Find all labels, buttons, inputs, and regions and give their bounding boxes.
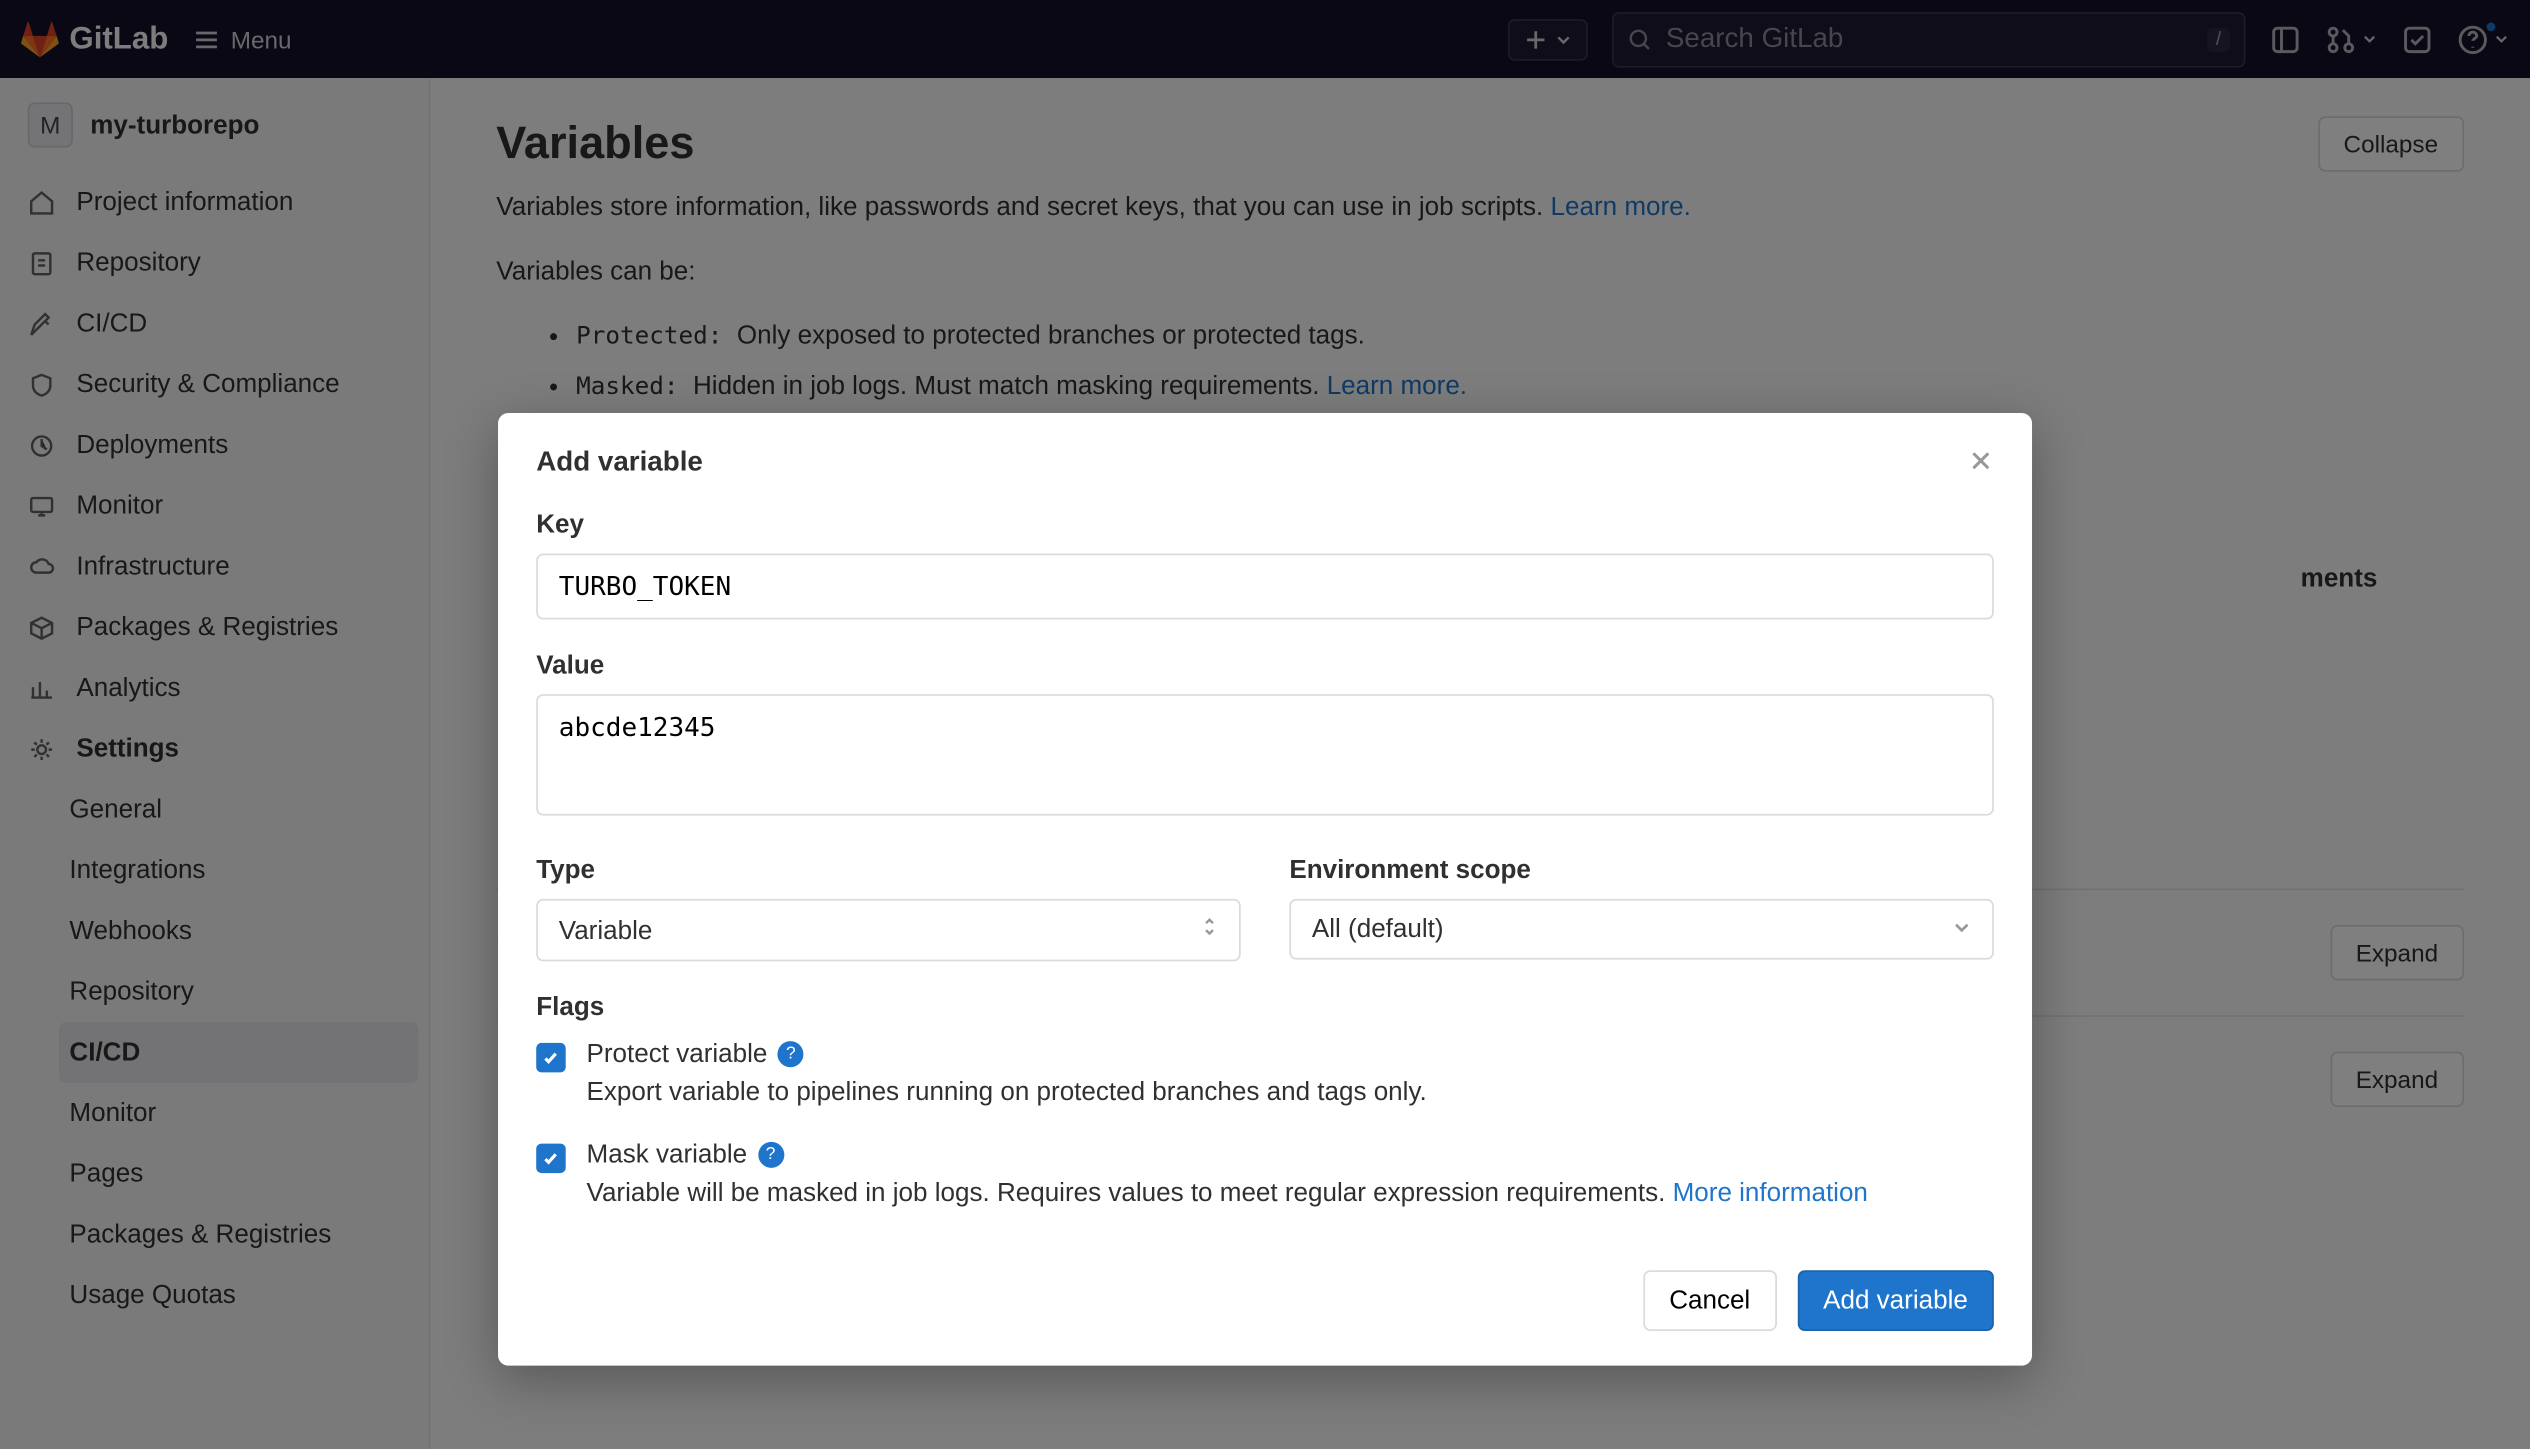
value-input[interactable] bbox=[536, 694, 1994, 815]
key-input[interactable] bbox=[536, 554, 1994, 620]
more-info-link[interactable]: More information bbox=[1673, 1179, 1868, 1209]
help-icon[interactable]: ? bbox=[758, 1142, 784, 1168]
flags-label: Flags bbox=[536, 993, 1994, 1023]
protect-label: Protect variable bbox=[587, 1039, 768, 1069]
scope-label: Environment scope bbox=[1289, 856, 1994, 886]
mask-label: Mask variable bbox=[587, 1141, 748, 1171]
mask-checkbox[interactable] bbox=[536, 1144, 566, 1174]
sort-icon bbox=[1201, 915, 1218, 939]
key-label: Key bbox=[536, 510, 1994, 540]
help-icon[interactable]: ? bbox=[778, 1041, 804, 1067]
protect-desc: Export variable to pipelines running on … bbox=[587, 1072, 1427, 1112]
check-icon bbox=[541, 1048, 560, 1067]
scope-select[interactable]: All (default) bbox=[1289, 899, 1994, 960]
modal-title: Add variable bbox=[536, 448, 703, 479]
mask-desc: Variable will be masked in job logs. Req… bbox=[587, 1173, 1868, 1213]
value-label: Value bbox=[536, 651, 1994, 681]
close-icon bbox=[1968, 448, 1994, 474]
type-value: Variable bbox=[559, 915, 653, 945]
cancel-button[interactable]: Cancel bbox=[1643, 1269, 1776, 1330]
chevron-down-icon bbox=[1952, 918, 1971, 937]
add-variable-modal: Add variable Key Value Type Variable Env… bbox=[498, 413, 2032, 1365]
type-select[interactable]: Variable bbox=[536, 899, 1241, 961]
protect-checkbox[interactable] bbox=[536, 1043, 566, 1073]
type-label: Type bbox=[536, 856, 1241, 886]
check-icon bbox=[541, 1149, 560, 1168]
close-button[interactable] bbox=[1968, 448, 1994, 479]
add-variable-button[interactable]: Add variable bbox=[1797, 1269, 1994, 1330]
scope-value: All (default) bbox=[1312, 915, 1444, 945]
